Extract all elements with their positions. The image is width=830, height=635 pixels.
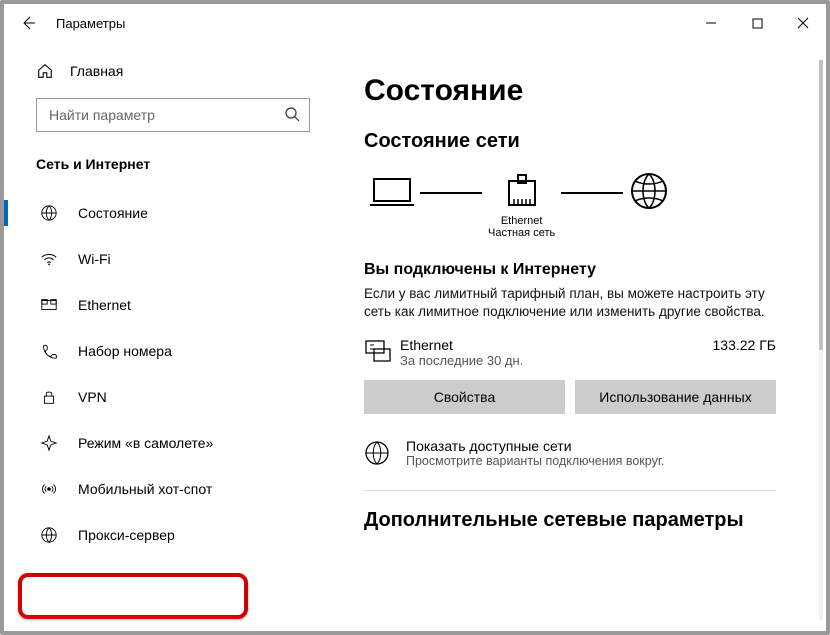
link-title: Показать доступные сети xyxy=(406,438,664,454)
airplane-icon xyxy=(40,434,58,452)
data-usage-amount: 133.22 ГБ xyxy=(713,337,776,353)
sidebar-item-label: Набор номера xyxy=(78,343,172,359)
sidebar-item-hotspot[interactable]: Мобильный хот-спот xyxy=(4,466,342,512)
minimize-button[interactable] xyxy=(688,4,734,42)
home-icon xyxy=(36,62,54,80)
status-description: Если у вас лимитный тарифный план, вы мо… xyxy=(364,285,806,321)
sidebar-item-label: Режим «в самолете» xyxy=(78,435,213,451)
properties-button[interactable]: Свойства xyxy=(364,380,565,414)
ethernet-icon xyxy=(40,296,58,314)
sidebar-item-ethernet[interactable]: Ethernet xyxy=(4,282,342,328)
sidebar-item-label: Wi-Fi xyxy=(78,251,111,267)
sidebar-item-label: Ethernet xyxy=(78,297,131,313)
home-label: Главная xyxy=(70,63,123,79)
page-title: Состояние xyxy=(364,74,806,108)
sidebar-category: Сеть и Интернет xyxy=(4,146,342,190)
search-icon xyxy=(284,106,300,122)
section-title-additional: Дополнительные сетевые параметры xyxy=(364,509,806,532)
link-description: Просмотрите варианты подключения вокруг. xyxy=(406,454,664,468)
window-title: Параметры xyxy=(56,16,125,31)
show-networks-link[interactable]: Показать доступные сети Просмотрите вари… xyxy=(364,438,806,468)
status-heading: Вы подключены к Интернету xyxy=(364,261,806,279)
connection-name: Ethernet xyxy=(400,337,713,353)
sidebar-item-status[interactable]: Состояние xyxy=(4,190,342,236)
back-button[interactable] xyxy=(14,9,42,37)
section-title: Состояние сети xyxy=(364,130,806,153)
globe-icon xyxy=(40,204,58,222)
wifi-icon xyxy=(40,250,58,268)
dialup-icon xyxy=(40,342,58,360)
sidebar-item-label: Мобильный хот-спот xyxy=(78,481,212,497)
scrollbar[interactable] xyxy=(819,60,823,620)
titlebar: Параметры xyxy=(4,4,826,42)
maximize-button[interactable] xyxy=(734,4,780,42)
sidebar-item-proxy[interactable]: Прокси-сервер xyxy=(4,512,342,558)
search-input[interactable] xyxy=(36,98,310,132)
computer-icon xyxy=(370,171,414,211)
sidebar-item-label: Состояние xyxy=(78,205,148,221)
data-usage-button[interactable]: Использование данных xyxy=(575,380,776,414)
globe-icon xyxy=(629,171,669,211)
sidebar-item-dialup[interactable]: Набор номера xyxy=(4,328,342,374)
usage-row: Ethernet За последние 30 дн. 133.22 ГБ xyxy=(364,337,806,368)
sidebar-item-label: Прокси-сервер xyxy=(78,527,175,543)
connection-period: За последние 30 дн. xyxy=(400,353,713,368)
close-button[interactable] xyxy=(780,4,826,42)
sidebar-item-wifi[interactable]: Wi-Fi xyxy=(4,236,342,282)
ethernet-plug-icon xyxy=(505,171,539,211)
highlight-annotation xyxy=(18,573,248,619)
network-diagram: EthernetЧастная сеть xyxy=(364,171,806,243)
hotspot-icon xyxy=(40,480,58,498)
globe-icon xyxy=(364,440,390,466)
sidebar-item-vpn[interactable]: VPN xyxy=(4,374,342,420)
globe-icon xyxy=(40,526,58,544)
main-content: Состояние Состояние сети EthernetЧастная… xyxy=(342,42,826,631)
network-adapter-icon xyxy=(364,337,400,365)
sidebar: Главная Сеть и Интернет Состояние Wi-Fi xyxy=(4,42,342,631)
sidebar-item-label: VPN xyxy=(78,389,107,405)
vpn-icon xyxy=(40,388,58,406)
sidebar-item-airplane[interactable]: Режим «в самолете» xyxy=(4,420,342,466)
divider xyxy=(364,490,776,491)
home-nav[interactable]: Главная xyxy=(4,52,342,90)
